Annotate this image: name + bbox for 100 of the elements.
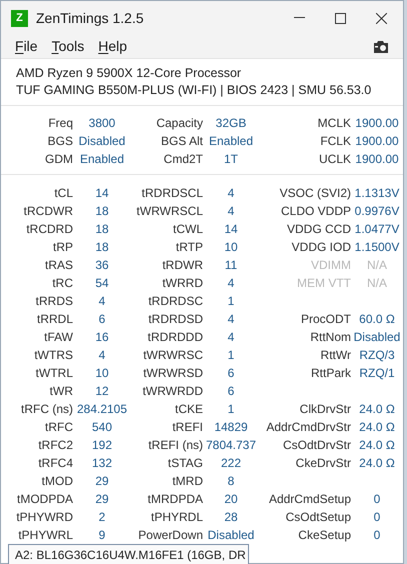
menu-item[interactable]: Tools — [52, 36, 84, 57]
field-value: 1 — [228, 293, 234, 310]
field-label: FCLK — [319, 133, 351, 150]
field-value: 4 — [228, 311, 234, 328]
field-value: 1900.00 — [355, 133, 399, 150]
field-value: 4 — [228, 329, 234, 346]
camera-icon[interactable] — [373, 40, 389, 52]
field-label: tRRDS — [34, 293, 73, 310]
field-value: 16 — [95, 329, 109, 346]
field-value: 284.2105 — [76, 401, 128, 418]
minimize-icon[interactable] — [294, 17, 305, 19]
field-label: tWR — [48, 383, 73, 400]
app-logo: Z — [11, 10, 28, 26]
field-value: 12 — [95, 383, 109, 400]
field-label: tRCDRD — [25, 221, 73, 238]
field-value: 2 — [98, 509, 106, 526]
field-value: 11 — [224, 257, 238, 274]
field-value: 29 — [95, 473, 109, 490]
field-label: tREFI (ns) — [147, 437, 203, 454]
field-value: 14 — [95, 185, 109, 202]
field-label: tRC — [51, 275, 73, 292]
field-label: tWTRS — [33, 347, 73, 364]
field-label: BGS Alt — [160, 133, 203, 150]
field-value: 192 — [92, 437, 112, 454]
field-value: 18 — [95, 239, 109, 256]
field-value: 24.0 Ω — [359, 455, 395, 472]
field-value: 6 — [228, 365, 234, 382]
field-value: 28 — [224, 509, 238, 526]
field-label: tMODPDA — [16, 491, 73, 508]
field-value: 6 — [228, 383, 234, 400]
field-value: 4 — [228, 185, 234, 202]
maximize-icon[interactable] — [335, 12, 346, 24]
field-value: 0.9976V — [354, 203, 400, 220]
field-label: tRDRDSC — [147, 293, 203, 310]
field-label: tPHYWRL — [17, 527, 73, 544]
field-value: Enabled — [208, 133, 254, 150]
field-label: Cmd2T — [162, 151, 203, 168]
field-label: tRAS — [44, 257, 73, 274]
field-value: 14829 — [214, 419, 248, 436]
field-label: tPHYRDL — [150, 509, 203, 526]
field-value: 32GB — [216, 115, 246, 132]
field-label: tRFC4 — [37, 455, 73, 472]
field-value: 24.0 Ω — [359, 419, 395, 436]
field-label: tCL — [53, 185, 73, 202]
field-value: 1.1500V — [354, 239, 400, 256]
field-label: AddrCmdSetup — [268, 491, 351, 508]
field-label: ClkDrvStr — [298, 401, 351, 418]
field-label: RttNom — [309, 329, 351, 346]
field-label: RttPark — [310, 365, 351, 382]
field-value: 18 — [95, 221, 109, 238]
field-label: CLDO VDDP — [280, 203, 351, 220]
field-value: 1 — [228, 401, 234, 418]
field-value: 1 — [228, 347, 234, 364]
field-label: PowerDown — [137, 527, 203, 544]
field-value: 1900.00 — [355, 115, 399, 132]
field-label: CkeSetup — [297, 527, 351, 544]
menu-item[interactable]: Help — [98, 36, 128, 57]
field-value: 14 — [224, 221, 238, 238]
field-label: tMRD — [171, 473, 203, 490]
close-icon[interactable] — [376, 12, 387, 24]
field-value: RZQ/3 — [359, 347, 395, 364]
field-value: 1900.00 — [355, 151, 399, 168]
field-label: tWRWRSD — [142, 365, 203, 382]
field-label: MCLK — [316, 115, 351, 132]
field-label: tRFC2 — [37, 437, 73, 454]
field-value: 24.0 Ω — [359, 401, 395, 418]
field-label: Capacity — [155, 115, 203, 132]
field-value: 1T — [224, 151, 238, 168]
field-label: CkeDrvStr — [294, 455, 351, 472]
field-label: tPHYWRD — [15, 509, 73, 526]
field-value: N/A — [366, 257, 387, 274]
field-label: RttWr — [320, 347, 351, 364]
field-value: 36 — [95, 257, 109, 274]
module-dropdown[interactable]: A2: BL16G36C16U4W.M16FE1 (16GB, DR — [8, 544, 249, 564]
field-label: tCWL — [172, 221, 203, 238]
field-value: Enabled — [80, 151, 124, 168]
field-value: 29 — [95, 491, 109, 508]
field-value: 3800 — [88, 115, 116, 132]
field-value: 0 — [374, 527, 380, 544]
window-title: ZenTimings 1.2.5 — [36, 8, 144, 28]
field-label: UCLK — [318, 151, 351, 168]
field-value: Disabled — [354, 329, 400, 346]
system-info-line: TUF GAMING B550M-PLUS (WI-FI) | BIOS 2423 | SMU 56.53.0 — [16, 82, 372, 99]
field-label: VDDG CCD — [286, 221, 351, 238]
field-value: 540 — [92, 419, 112, 436]
field-value: 8 — [228, 473, 234, 490]
field-label: tMOD — [40, 473, 73, 490]
menu-item[interactable]: File — [15, 36, 38, 57]
field-label: tRDRDSCL — [140, 185, 203, 202]
field-label: AddrCmdDrvStr — [265, 419, 351, 436]
field-value: 0 — [374, 509, 380, 526]
field-value: 4 — [228, 275, 234, 292]
field-label: tREFI — [171, 419, 203, 436]
field-label: tRCDWR — [22, 203, 73, 220]
field-label: tRDRDDD — [146, 329, 203, 346]
field-label: tRFC (ns) — [20, 401, 73, 418]
field-value: 4 — [98, 347, 106, 364]
field-value: 0 — [374, 491, 380, 508]
field-value: 10 — [224, 239, 238, 256]
field-label: tWRWRSC — [142, 347, 203, 364]
